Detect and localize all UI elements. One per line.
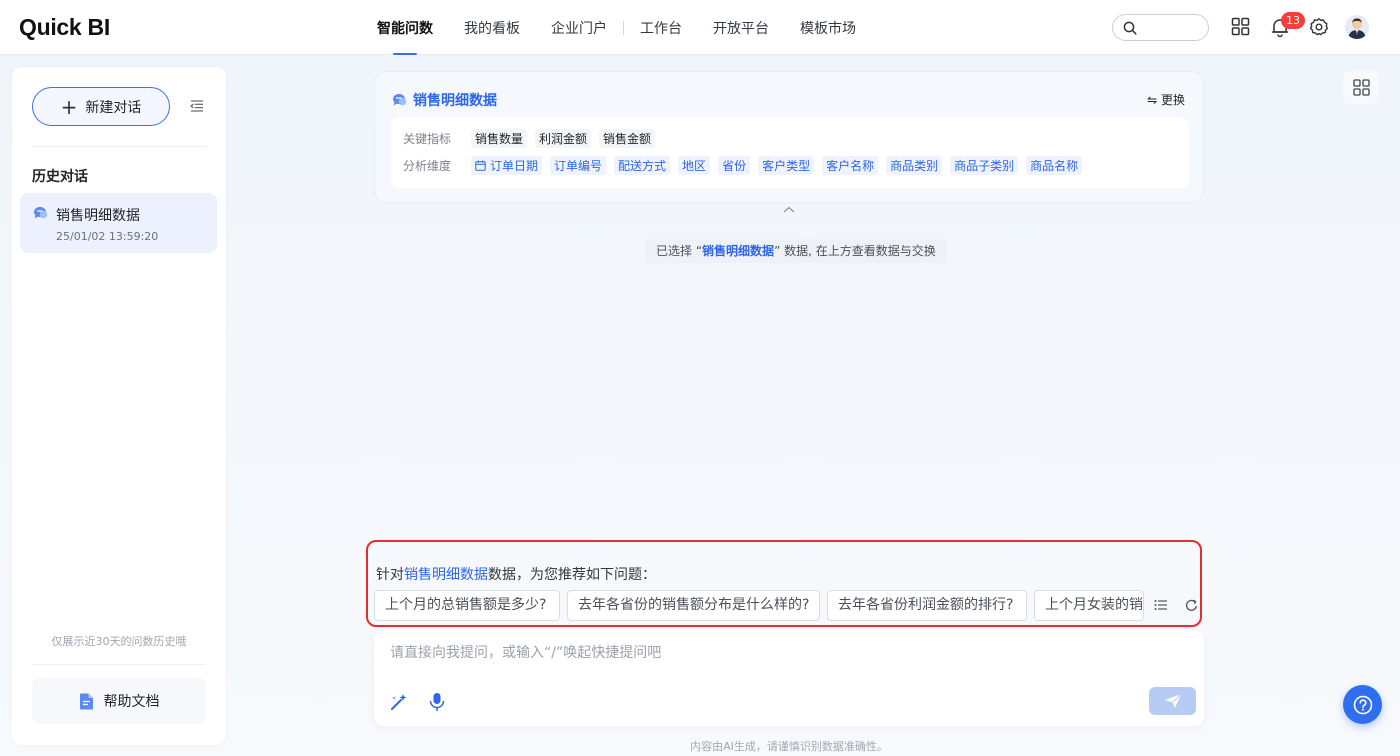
history-title: 历史对话 [32,169,88,185]
chat-bubble-icon [34,207,48,219]
apps-grid-icon[interactable] [1231,17,1251,37]
history-item-title: 销售明细数据 [56,208,140,224]
selected-dataset-note: 已选择 “销售明细数据” 数据, 在上方查看数据与交换 [645,239,947,263]
dimensions-label: 分析维度 [403,159,452,173]
nav-item-template-market[interactable]: 模板市场 [800,0,856,55]
question-input[interactable] [390,642,1170,672]
nav-item-workbench[interactable]: 工作台 [640,0,682,55]
dataset-name: 销售明细数据 [413,93,497,109]
new-chat-label: 新建对话 [85,99,142,116]
sidebar: + 新建对话 历史对话 销售明细数据 25/01/02 13:59:20 仅展示… [12,67,226,745]
recommended-questions: 针对销售明细数据数据，为您推荐如下问题： 上个月的总销售额是多少? 去年各省份的… [366,540,1202,627]
help-doc-label: 帮助文档 [103,694,160,710]
nav-item-smart-query[interactable]: 智能问数 [377,0,433,55]
sidebar-divider [32,664,206,665]
calendar-icon [475,160,486,171]
recommended-question-chip[interactable]: 去年各省份利润金额的排行? [827,590,1027,621]
dimension-tag[interactable]: 省份 [718,156,751,175]
recommended-question-chip[interactable]: 去年各省份的销售额分布是什么样的? [567,590,820,621]
metric-tag[interactable]: 销售数量 [471,129,528,148]
selected-note-dataset: 销售明细数据 [702,244,775,258]
history-note: 仅展示近30天的问数历史哦 [51,635,187,648]
metrics-label: 关键指标 [403,132,452,146]
notification-badge: 13 [1281,12,1305,29]
dataset-fields-panel: 关键指标 销售数量 利润金额 销售金额 分析维度 订单日期 订单编号 配送方式 … [391,117,1189,188]
dimension-tag[interactable]: 订单编号 [550,156,607,175]
dimension-tag[interactable]: 地区 [678,156,711,175]
new-chat-button[interactable]: + 新建对话 [32,87,170,126]
ai-disclaimer: 内容由AI生成，请谨慎识别数据准确性。 [690,740,888,753]
send-button[interactable] [1149,687,1196,715]
send-icon [1164,693,1181,708]
sidebar-divider [32,146,206,147]
history-item-time: 25/01/02 13:59:20 [56,230,159,243]
nav-divider [623,20,624,35]
gear-icon[interactable] [1309,17,1329,37]
selected-note-suffix: ” 数据, 在上方查看数据与交换 [774,244,936,258]
dimensions-row: 分析维度 订单日期 订单编号 配送方式 地区 省份 客户类型 客户名称 商品类别… [403,156,1090,175]
dimension-tag[interactable]: 商品子类别 [950,156,1019,175]
list-icon[interactable] [1154,599,1168,611]
dimension-tag[interactable]: 客户类型 [758,156,815,175]
search-icon [1123,21,1137,35]
help-button[interactable] [1343,685,1382,724]
dimension-tag[interactable]: 订单日期 [471,156,543,175]
search-input[interactable] [1112,14,1209,41]
avatar[interactable] [1345,15,1369,39]
metrics-row: 关键指标 销售数量 利润金额 销售金额 [403,129,663,148]
help-doc-button[interactable]: 帮助文档 [32,678,206,724]
top-bar: Quick BI 智能问数 我的看板 企业门户 工作台 开放平台 模板市场 13 [0,0,1400,55]
recommended-question-chip[interactable]: 上个月女装的销售 [1034,590,1144,621]
document-icon [79,693,93,709]
nav-item-my-dashboard[interactable]: 我的看板 [464,0,520,55]
recommend-suffix: 数据，为您推荐如下问题： [488,567,656,583]
recommend-title: 针对销售明细数据数据，为您推荐如下问题： [376,564,656,584]
app-logo[interactable]: Quick BI [19,14,110,41]
switch-dataset-button[interactable]: ⇋ 更换 [1147,91,1185,108]
recommend-dataset[interactable]: 销售明细数据 [404,567,488,583]
microphone-icon[interactable] [429,692,445,712]
chevron-up-icon[interactable] [783,206,795,213]
metric-tag[interactable]: 利润金额 [535,129,592,148]
help-icon [1353,695,1372,714]
dataset-card: 销售明细数据 ⇋ 更换 关键指标 销售数量 利润金额 销售金额 分析维度 订单日… [374,71,1204,203]
refresh-icon[interactable] [1185,599,1198,612]
nav-item-open-platform[interactable]: 开放平台 [713,0,769,55]
dimension-tag[interactable]: 客户名称 [822,156,879,175]
apps-grid-icon [1352,78,1370,96]
main-nav: 智能问数 我的看板 企业门户 工作台 开放平台 模板市场 [377,0,887,55]
swap-icon: ⇋ [1147,93,1158,107]
chat-bubble-icon [393,94,407,106]
metric-tag[interactable]: 销售金额 [599,129,656,148]
layout-grid-button[interactable] [1343,70,1379,104]
question-input-box [374,630,1204,726]
magic-wand-icon[interactable] [389,692,409,712]
history-item[interactable]: 销售明细数据 25/01/02 13:59:20 [20,193,217,253]
dimension-tag-label: 订单日期 [490,159,539,173]
dataset-title: 销售明细数据 [392,90,497,110]
selected-note-prefix: 已选择 “ [656,244,703,258]
dimension-tag[interactable]: 商品名称 [1026,156,1083,175]
switch-label: 更换 [1160,93,1185,107]
dimension-tag[interactable]: 配送方式 [614,156,671,175]
recommended-question-chip[interactable]: 上个月的总销售额是多少? [374,590,560,621]
plus-icon: + [60,94,78,119]
recommend-prefix: 针对 [376,567,404,583]
dimension-tag[interactable]: 商品类别 [886,156,943,175]
nav-item-enterprise-portal[interactable]: 企业门户 [551,0,607,55]
collapse-sidebar-icon[interactable] [190,99,204,113]
